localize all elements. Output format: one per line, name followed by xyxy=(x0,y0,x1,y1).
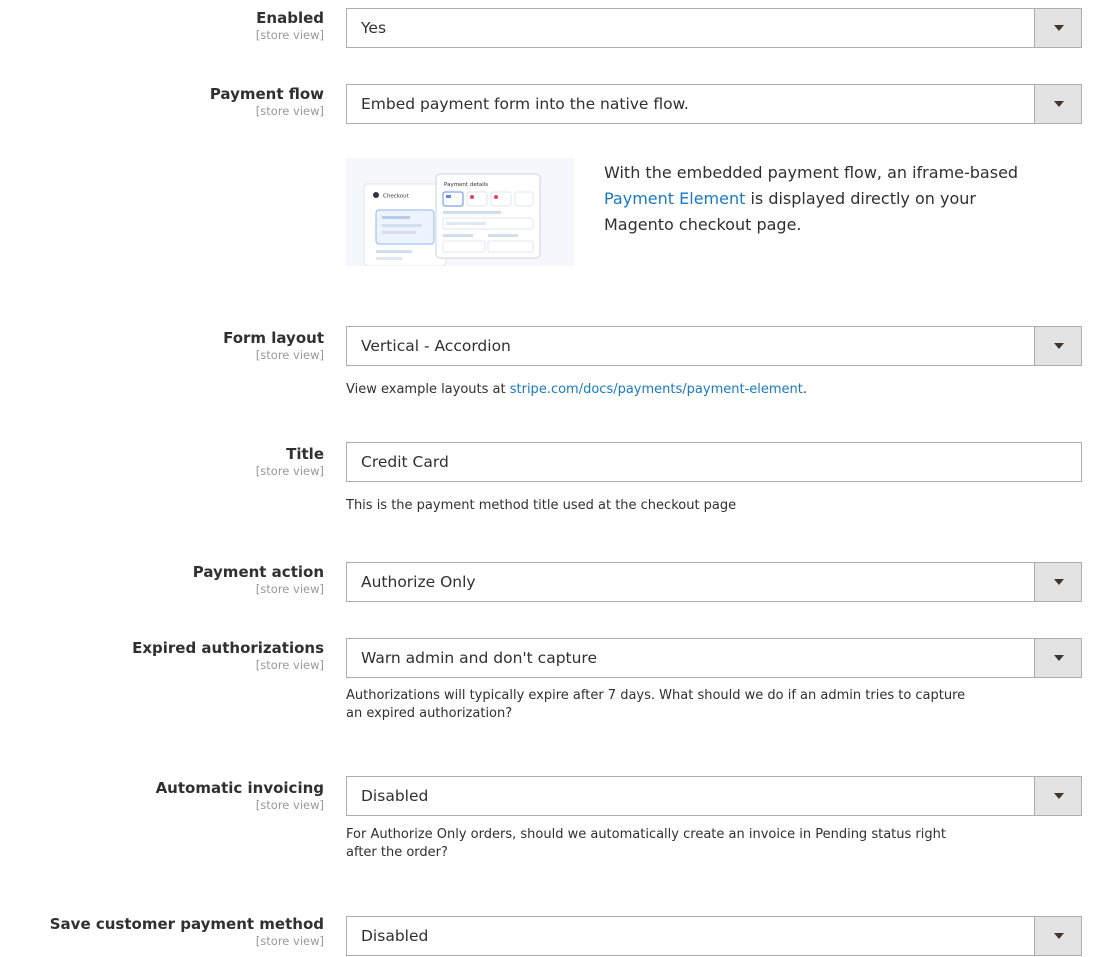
payment-flow-label: Payment flow [store view] xyxy=(0,84,324,118)
title-note: This is the payment method title used at… xyxy=(346,498,737,513)
title-label: Title [store view] xyxy=(0,444,324,478)
title-scope: [store view] xyxy=(255,464,324,478)
embedded-flow-description: With the embedded payment flow, an ifram… xyxy=(604,160,1094,238)
payment-flow-select[interactable]: Embed payment form into the native flow. xyxy=(346,84,1082,124)
expired-authorizations-note-line-2: an expired authorization? xyxy=(346,706,513,721)
form-layout-select[interactable]: Vertical - Accordion xyxy=(346,326,1082,366)
chevron-down-icon[interactable] xyxy=(1034,327,1081,365)
enabled-label-title: Enabled xyxy=(256,9,324,27)
form-layout-note: View example layouts at stripe.com/docs/… xyxy=(346,381,1106,399)
payment-element-link[interactable]: Payment Element xyxy=(604,189,745,208)
expired-authorizations-select[interactable]: Warn admin and don't capture xyxy=(346,638,1082,678)
preview-payment-details-text: Payment details xyxy=(444,182,488,188)
enabled-select-value: Yes xyxy=(361,19,387,37)
automatic-invoicing-note: For Authorize Only orders, should we aut… xyxy=(346,826,1106,862)
embedded-flow-line-2: Payment Element is displayed directly on… xyxy=(604,186,1094,212)
automatic-invoicing-label: Automatic invoicing [store view] xyxy=(0,778,324,812)
embedded-flow-line-3: Magento checkout page. xyxy=(604,215,802,234)
embedded-flow-line-2-suffix: is displayed directly on your xyxy=(745,189,976,208)
automatic-invoicing-select[interactable]: Disabled xyxy=(346,776,1082,816)
form-layout-note-suffix: . xyxy=(802,382,808,397)
payment-action-scope: [store view] xyxy=(255,582,324,596)
chevron-down-icon[interactable] xyxy=(1034,563,1081,601)
form-layout-select-value: Vertical - Accordion xyxy=(361,337,511,355)
payment-flow-select-value: Embed payment form into the native flow. xyxy=(361,95,689,113)
enabled-label: Enabled [store view] xyxy=(0,8,324,42)
save-customer-payment-method-select[interactable]: Disabled xyxy=(346,916,1082,956)
enabled-scope: [store view] xyxy=(255,28,324,42)
embedded-flow-line-1: With the embedded payment flow, an ifram… xyxy=(604,163,1019,182)
automatic-invoicing-label-title: Automatic invoicing xyxy=(155,779,324,797)
payment-element-preview-image: Checkout Payment details xyxy=(346,158,574,266)
expired-authorizations-scope: [store view] xyxy=(255,658,324,672)
payment-flow-label-title: Payment flow xyxy=(209,85,324,103)
chevron-down-icon[interactable] xyxy=(1034,85,1081,123)
form-layout-label: Form layout [store view] xyxy=(0,328,324,362)
payment-flow-scope: [store view] xyxy=(255,104,324,118)
save-customer-payment-method-select-value: Disabled xyxy=(361,927,429,945)
form-layout-scope: [store view] xyxy=(255,348,324,362)
payment-action-select-value: Authorize Only xyxy=(361,573,476,591)
chevron-down-icon[interactable] xyxy=(1034,639,1081,677)
expired-authorizations-label: Expired authorizations [store view] xyxy=(0,638,324,672)
chevron-down-icon[interactable] xyxy=(1034,9,1081,47)
title-input-value: Credit Card xyxy=(361,453,449,471)
save-customer-payment-method-label-title: Save customer payment method xyxy=(49,915,324,933)
expired-authorizations-note: Authorizations will typically expire aft… xyxy=(346,687,1106,723)
automatic-invoicing-select-value: Disabled xyxy=(361,787,429,805)
preview-checkout-text: Checkout xyxy=(383,194,410,200)
enabled-select[interactable]: Yes xyxy=(346,8,1082,48)
checkout-preview-illustration: Checkout Payment details xyxy=(346,158,574,266)
automatic-invoicing-note-line-1: For Authorize Only orders, should we aut… xyxy=(346,827,946,842)
form-layout-note-prefix: View example layouts at xyxy=(346,382,510,397)
expired-authorizations-select-value: Warn admin and don't capture xyxy=(361,649,598,667)
save-customer-payment-method-label: Save customer payment method [store view… xyxy=(0,914,324,948)
form-layout-label-title: Form layout xyxy=(223,329,324,347)
automatic-invoicing-scope: [store view] xyxy=(255,798,324,812)
automatic-invoicing-note-line-2: after the order? xyxy=(346,845,448,860)
chevron-down-icon[interactable] xyxy=(1034,777,1081,815)
title-label-title: Title xyxy=(286,445,324,463)
payment-element-docs-link[interactable]: stripe.com/docs/payments/payment-element xyxy=(510,382,803,397)
chevron-down-icon[interactable] xyxy=(1034,917,1081,955)
expired-authorizations-note-line-1: Authorizations will typically expire aft… xyxy=(346,688,966,703)
payment-action-label-title: Payment action xyxy=(192,563,324,581)
payment-action-select[interactable]: Authorize Only xyxy=(346,562,1082,602)
save-customer-payment-method-scope: [store view] xyxy=(255,934,324,948)
payment-action-label: Payment action [store view] xyxy=(0,562,324,596)
title-input[interactable]: Credit Card xyxy=(346,442,1082,482)
expired-authorizations-label-title: Expired authorizations xyxy=(132,639,324,657)
